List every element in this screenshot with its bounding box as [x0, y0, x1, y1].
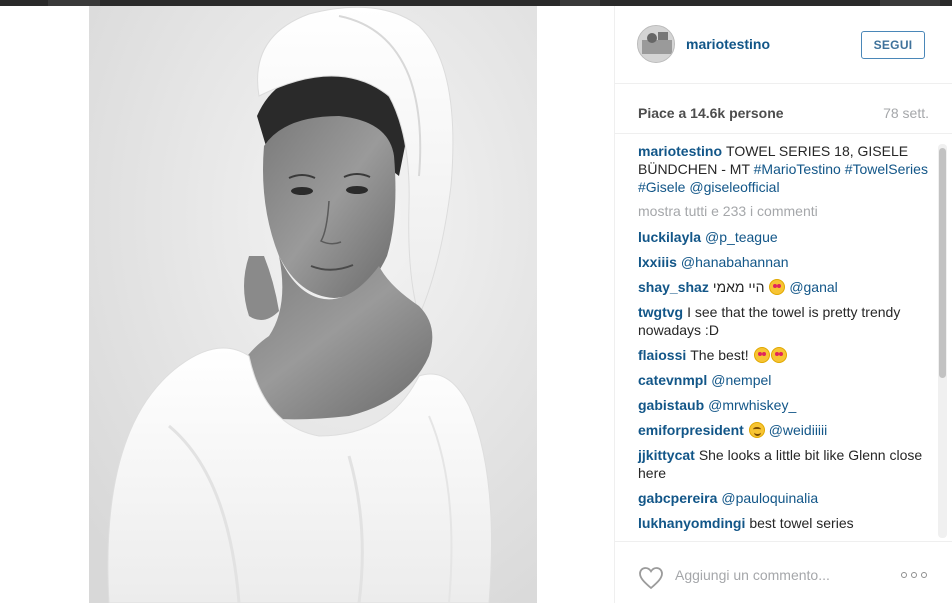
comment-text: The best!	[690, 347, 749, 363]
heart-eyes-emoji-icon	[753, 347, 770, 363]
comments-scrollbar[interactable]	[938, 144, 947, 538]
comment-list: mariotestino TOWEL SERIES 18, GISELE BÜND…	[638, 142, 928, 539]
comment-item: lxxiiis @hanabahannan	[638, 253, 928, 271]
mention-link[interactable]: @weidiiiii	[769, 422, 828, 438]
post-photo	[89, 6, 537, 603]
hashtag[interactable]: #TowelSeries	[845, 161, 928, 177]
likes-count[interactable]: Piace a 14.6k persone	[638, 105, 784, 121]
comment-text: היי מאמי	[712, 279, 765, 295]
smile-emoji-icon	[748, 422, 765, 438]
comment-author[interactable]: catevnmpl	[638, 372, 707, 388]
comment-author[interactable]: shay_shaz	[638, 279, 709, 295]
comment-item: jjkittycat She looks a little bit like Gl…	[638, 446, 928, 482]
comment-item: lukhanyomdingi best towel series	[638, 514, 928, 532]
comment-author[interactable]: twgtvg	[638, 304, 683, 320]
mention-link[interactable]: @giseleofficial	[689, 179, 779, 195]
comment-item: gabistaub @mrwhiskey_	[638, 396, 928, 414]
mention-link[interactable]: @ganal	[789, 279, 837, 295]
comment-text: best towel series	[749, 515, 854, 531]
avatar[interactable]	[637, 25, 675, 63]
comment-item: shay_shaz היי מאמי @ganal	[638, 278, 928, 296]
heart-eyes-emoji-icon	[769, 279, 786, 295]
mention-link[interactable]: @p_teague	[705, 229, 778, 245]
post-timestamp[interactable]: 78 sett.	[883, 105, 929, 121]
mention-link[interactable]: @mrwhiskey_	[708, 397, 796, 413]
hashtag[interactable]: #MarioTestino	[754, 161, 841, 177]
comment-item: flaiossi The best!	[638, 346, 928, 364]
scrollbar-thumb[interactable]	[939, 148, 946, 378]
mention-link[interactable]: @pauloquinalia	[721, 490, 818, 506]
mention-link[interactable]: @nempel	[711, 372, 771, 388]
comment-author[interactable]: jjkittycat	[638, 447, 695, 463]
more-options-icon[interactable]	[901, 570, 927, 580]
post-footer	[615, 541, 952, 603]
post-stats: Piace a 14.6k persone 78 sett.	[615, 84, 952, 134]
hashtag[interactable]: #Gisele	[638, 179, 685, 195]
comment-author[interactable]: lukhanyomdingi	[638, 515, 745, 531]
follow-button[interactable]: SEGUI	[861, 31, 925, 59]
heart-eyes-emoji-icon	[770, 347, 787, 363]
username[interactable]: mariotestino	[686, 36, 770, 52]
heart-icon[interactable]	[638, 566, 664, 590]
photo-illustration	[89, 6, 537, 603]
mention-link[interactable]: @hanabahannan	[681, 254, 789, 270]
comment-item: gabcpereira @pauloquinalia	[638, 489, 928, 507]
comment-item: luckilayla @p_teague	[638, 228, 928, 246]
comment-input[interactable]	[675, 564, 885, 586]
caption: mariotestino TOWEL SERIES 18, GISELE BÜND…	[638, 142, 928, 196]
comment-author[interactable]: flaiossi	[638, 347, 686, 363]
comment-item: emiforpresident @weidiiiii	[638, 421, 928, 439]
comment-item: catevnmpl @nempel	[638, 371, 928, 389]
comment-item: twgtvg I see that the towel is pretty tre…	[638, 303, 928, 339]
comment-author[interactable]: emiforpresident	[638, 422, 744, 438]
comment-author[interactable]: luckilayla	[638, 229, 701, 245]
post-sidebar: mariotestino SEGUI Piace a 14.6k persone…	[614, 6, 952, 603]
photo-area	[0, 6, 614, 603]
comments-section: mariotestino TOWEL SERIES 18, GISELE BÜND…	[615, 142, 952, 540]
post-modal: mariotestino SEGUI Piace a 14.6k persone…	[0, 6, 952, 603]
post-header: mariotestino SEGUI	[615, 6, 952, 84]
show-all-comments-link[interactable]: mostra tutti e 233 i commenti	[638, 202, 928, 220]
comment-author[interactable]: lxxiiis	[638, 254, 677, 270]
caption-author[interactable]: mariotestino	[638, 143, 722, 159]
comment-author[interactable]: gabistaub	[638, 397, 704, 413]
comment-author[interactable]: gabcpereira	[638, 490, 717, 506]
